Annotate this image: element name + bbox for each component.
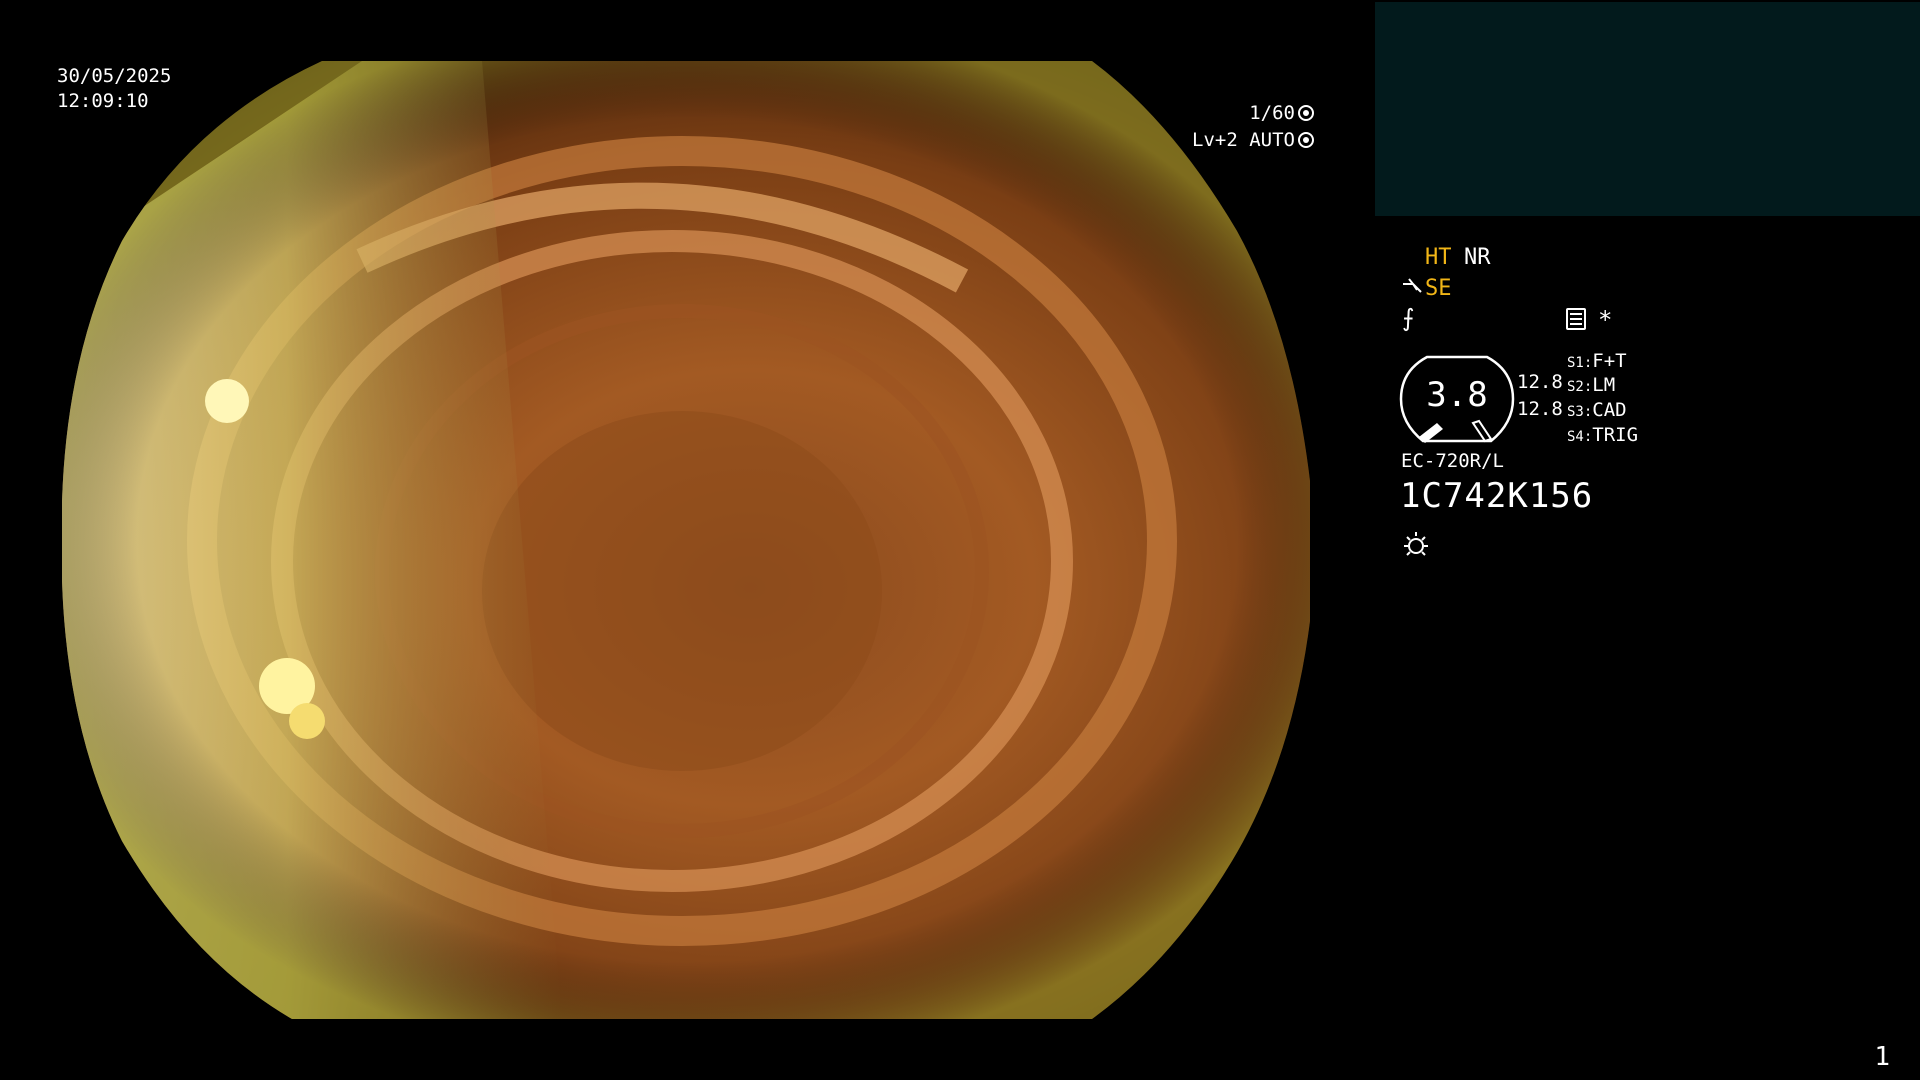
shutter-icon bbox=[1298, 105, 1314, 121]
function-icon: ⨍ bbox=[1402, 304, 1415, 332]
endoscope-image bbox=[62, 61, 1310, 1019]
page-number: 1 bbox=[1874, 1042, 1890, 1072]
light-icon bbox=[1404, 532, 1428, 556]
date-text: 30/05/2025 bbox=[57, 65, 172, 87]
iris-mode-text: AUTO bbox=[1249, 129, 1295, 151]
value-1: 12.8 bbox=[1517, 371, 1563, 393]
menu-icon bbox=[1566, 308, 1586, 330]
switch-s2: S2:LM bbox=[1567, 374, 1616, 396]
shutter-speed-text: 1/60 bbox=[1249, 102, 1295, 124]
thumbnail-panel bbox=[1375, 2, 1920, 216]
se-indicator: SE bbox=[1425, 276, 1452, 301]
date-time-overlay: 30/05/2025 12:09:10 bbox=[57, 64, 171, 114]
switch-s4: S4:TRIG bbox=[1567, 424, 1639, 446]
nr-indicator: NR bbox=[1464, 245, 1491, 270]
star-marker: * bbox=[1598, 306, 1613, 334]
ht-indicator: HT bbox=[1425, 245, 1452, 270]
switch-s1: S1:F+T bbox=[1567, 350, 1627, 372]
exposure-overlay: 1/60 Lv+2 AUTO bbox=[1192, 100, 1314, 154]
gauge-value: 3.8 bbox=[1426, 375, 1488, 415]
switch-s3: S3:CAD bbox=[1567, 399, 1627, 421]
value-2: 12.8 bbox=[1517, 398, 1563, 420]
time-text: 12:09:10 bbox=[57, 90, 149, 112]
model-text: EC-720R/L bbox=[1401, 450, 1504, 472]
serial-text: 1C742K156 bbox=[1400, 476, 1594, 516]
scope-icon bbox=[1403, 278, 1422, 293]
level-text: Lv+2 bbox=[1192, 129, 1238, 151]
iris-icon bbox=[1298, 132, 1314, 148]
